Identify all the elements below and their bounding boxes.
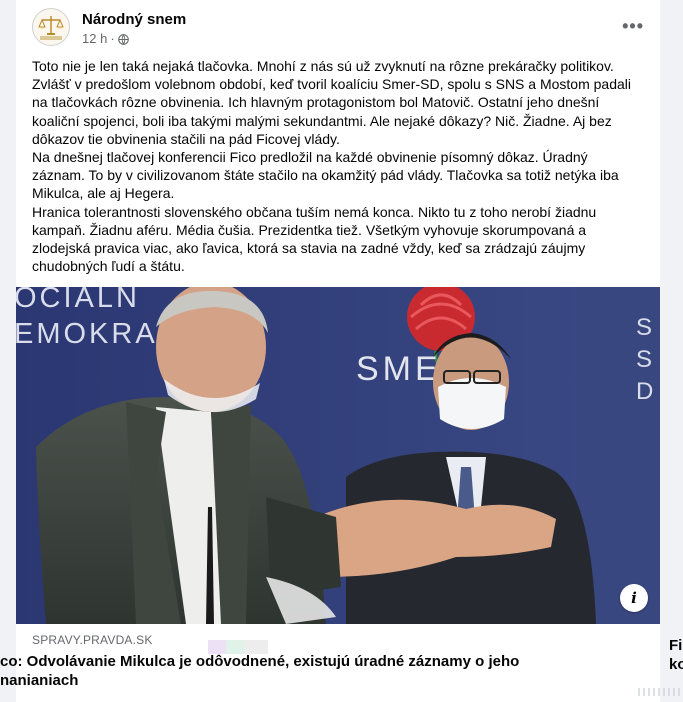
- backdrop-letter: S: [636, 314, 652, 341]
- post-photo[interactable]: OCIÁLN EMOKRA SMER S S D i: [16, 287, 660, 624]
- link-domain: SPRAVY.PRAVDA.SK: [32, 633, 153, 647]
- page-name[interactable]: Národný snem: [82, 10, 186, 29]
- info-button[interactable]: i: [620, 584, 648, 612]
- post-paragraph: Na dnešnej tlačovej konferencii Fico pre…: [32, 149, 619, 202]
- backdrop-text-line: OCIÁLN: [16, 287, 140, 314]
- scales-logo-icon: [34, 10, 68, 44]
- link-preview[interactable]: SPRAVY.PRAVDA.SK co: Odvolávanie Mikulca…: [0, 624, 660, 702]
- post-timeline: 12 h ·: [82, 30, 186, 48]
- backdrop-text-line: EMOKRA: [16, 318, 158, 350]
- render-artifact: [638, 688, 682, 696]
- post-timestamp[interactable]: 12 h: [82, 30, 107, 48]
- post-paragraph: Toto nie je len taká nejaká tlačovka. Mn…: [32, 58, 631, 147]
- link-title[interactable]: co: Odvolávanie Mikulca je odôvodnené, e…: [0, 652, 600, 690]
- post-text: Toto nie je len taká nejaká tlačovka. Mn…: [32, 57, 644, 275]
- render-artifact: [208, 640, 268, 654]
- next-card-title[interactable]: Fi ko: [669, 636, 683, 674]
- globe-icon[interactable]: [117, 33, 129, 45]
- post-card: Národný snem 12 h · ••• Toto nie je len …: [0, 0, 660, 702]
- more-options-button[interactable]: •••: [622, 16, 644, 37]
- meta-separator: ·: [110, 31, 115, 46]
- post-header: Národný snem 12 h ·: [32, 8, 186, 48]
- press-conference-photo: OCIÁLN EMOKRA SMER S S D: [16, 287, 660, 624]
- backdrop-letter: D: [636, 378, 653, 405]
- post-paragraph: Hranica tolerantnosti slovenského občana…: [32, 203, 597, 275]
- page-avatar[interactable]: [32, 8, 70, 46]
- backdrop-letter: S: [636, 346, 652, 373]
- post-meta: Národný snem 12 h ·: [82, 10, 186, 48]
